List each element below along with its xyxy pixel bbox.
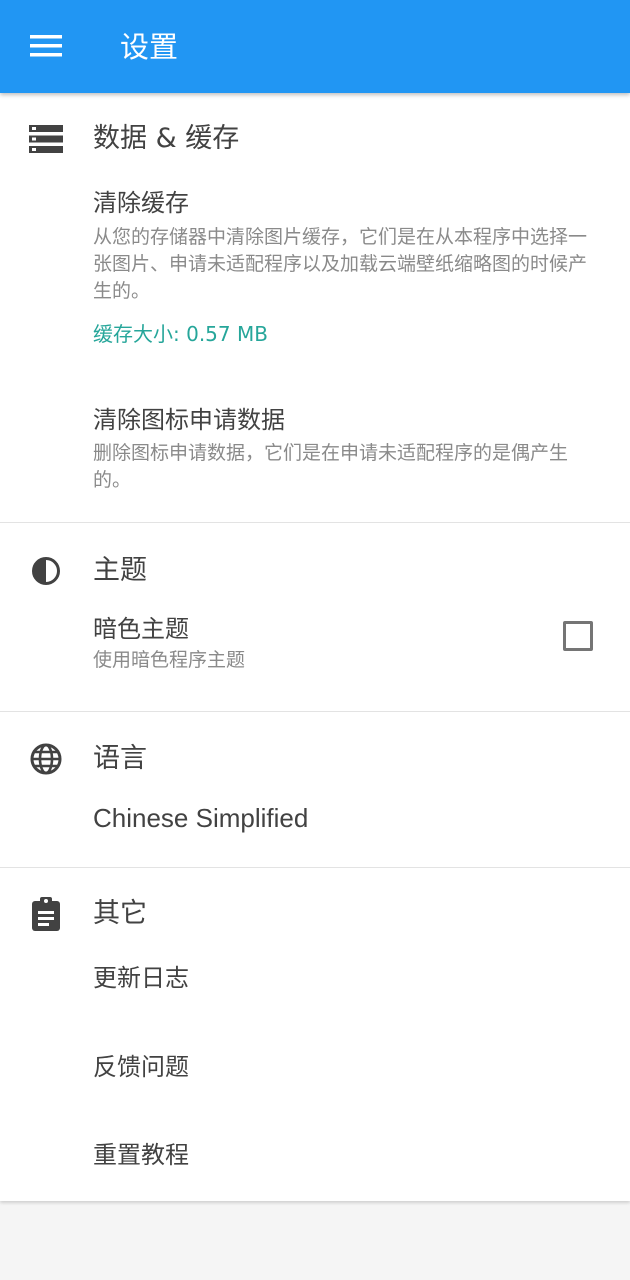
dark-theme-title: 暗色主题 <box>93 615 189 643</box>
clipboard-icon <box>28 896 64 932</box>
storage-icon <box>28 121 64 157</box>
feedback-label: 反馈问题 <box>93 1053 189 1081</box>
section-data-cache: 数据 & 缓存 清除缓存 从您的存储器中清除图片缓存，它们是在从本程序中选择一张… <box>0 93 630 522</box>
changelog-label: 更新日志 <box>93 964 189 992</box>
section-other: 其它 更新日志 反馈问题 重置教程 <box>0 868 630 1201</box>
feedback-item[interactable]: 反馈问题 <box>0 1034 630 1104</box>
app-bar: 设置 <box>0 0 630 93</box>
section-theme: 主题 暗色主题 使用暗色程序主题 <box>0 523 630 711</box>
language-item[interactable]: Chinese Simplified <box>0 797 630 857</box>
language-current-value: Chinese Simplified <box>93 803 309 833</box>
clear-cache-title: 清除缓存 <box>93 189 189 217</box>
clear-icon-request-title: 清除图标申请数据 <box>93 406 285 434</box>
clear-cache-subtitle: 从您的存储器中清除图片缓存，它们是在从本程序中选择一张图片、申请未适配程序以及加… <box>93 226 588 302</box>
cache-size-label: 缓存大小: 0.57 MB <box>93 322 268 346</box>
globe-icon <box>28 741 64 777</box>
page-title: 设置 <box>120 30 179 64</box>
section-title-other: 其它 <box>93 898 147 929</box>
section-title-language: 语言 <box>93 743 147 774</box>
settings-list: 数据 & 缓存 清除缓存 从您的存储器中清除图片缓存，它们是在从本程序中选择一张… <box>0 93 630 1201</box>
contrast-icon <box>28 553 64 589</box>
section-language: 语言 Chinese Simplified <box>0 712 630 867</box>
section-title-theme: 主题 <box>93 555 147 586</box>
clear-icon-request-item[interactable]: 清除图标申请数据 删除图标申请数据，它们是在申请未适配程序的是偶产生的。 <box>0 393 630 513</box>
clear-icon-request-subtitle: 删除图标申请数据，它们是在申请未适配程序的是偶产生的。 <box>93 442 569 491</box>
changelog-item[interactable]: 更新日志 <box>0 946 630 1016</box>
menu-icon <box>30 35 62 57</box>
menu-button[interactable] <box>20 26 72 66</box>
dark-theme-checkbox[interactable] <box>563 621 593 651</box>
reset-tutorial-item[interactable]: 重置教程 <box>0 1122 630 1192</box>
section-title-data-cache: 数据 & 缓存 <box>93 123 240 154</box>
reset-tutorial-label: 重置教程 <box>93 1141 189 1169</box>
dark-theme-item[interactable]: 暗色主题 使用暗色程序主题 <box>0 611 630 701</box>
dark-theme-subtitle: 使用暗色程序主题 <box>93 649 246 671</box>
clear-cache-item[interactable]: 清除缓存 从您的存储器中清除图片缓存，它们是在从本程序中选择一张图片、申请未适配… <box>0 181 630 371</box>
